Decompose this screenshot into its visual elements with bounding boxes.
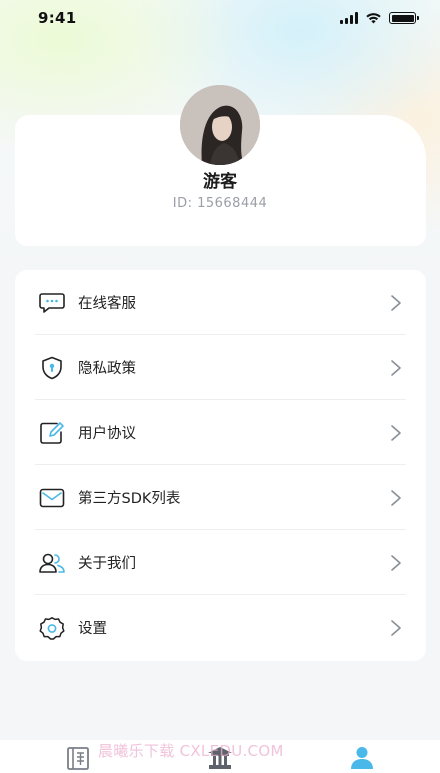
chevron-right-icon (391, 360, 401, 376)
menu-item-label: 设置 (78, 621, 107, 637)
wifi-icon (366, 13, 381, 24)
avatar[interactable] (180, 85, 260, 165)
watermark-text: 晨曦乐下载 CXLEDU.COM (98, 742, 284, 760)
menu-item-online-service[interactable]: 在线客服 (35, 270, 406, 335)
menu-item-about-us[interactable]: 关于我们 (35, 530, 406, 595)
menu-item-user-agreement[interactable]: 用户协议 (35, 400, 406, 465)
menu-item-settings[interactable]: 设置 (35, 595, 406, 660)
username: 游客 (203, 172, 237, 192)
chevron-right-icon (391, 490, 401, 506)
menu-card: 在线客服 隐私政策 用户协议 第三方SDK列表 关于我们 设置 (15, 270, 426, 661)
battery-icon (389, 12, 419, 24)
bookshelf-icon (67, 747, 89, 770)
tab-profile[interactable] (347, 744, 377, 772)
chevron-right-icon (391, 555, 401, 571)
menu-item-label: 关于我们 (78, 556, 136, 572)
edit-document-icon (38, 419, 66, 447)
menu-item-third-party-sdk[interactable]: 第三方SDK列表 (35, 465, 406, 530)
status-icons (340, 12, 419, 24)
menu-item-label: 隐私政策 (78, 361, 136, 377)
shield-icon (38, 354, 66, 382)
status-time: 9:41 (38, 9, 77, 27)
tab-bookshelf[interactable] (64, 744, 92, 772)
chevron-right-icon (391, 295, 401, 311)
chevron-right-icon (391, 425, 401, 441)
cellular-signal-icon (340, 12, 358, 24)
menu-item-label: 在线客服 (78, 296, 136, 312)
envelope-icon (38, 484, 66, 512)
chevron-right-icon (391, 620, 401, 636)
gear-icon (38, 614, 66, 642)
menu-item-label: 第三方SDK列表 (78, 491, 181, 507)
user-id: ID: 15668444 (172, 196, 268, 211)
chat-bubble-icon (38, 289, 66, 317)
profile-icon (351, 747, 373, 769)
status-bar: 9:41 (0, 0, 440, 36)
menu-item-privacy-policy[interactable]: 隐私政策 (35, 335, 406, 400)
users-icon (38, 549, 66, 577)
avatar-photo (180, 85, 260, 165)
menu-item-label: 用户协议 (78, 426, 136, 442)
